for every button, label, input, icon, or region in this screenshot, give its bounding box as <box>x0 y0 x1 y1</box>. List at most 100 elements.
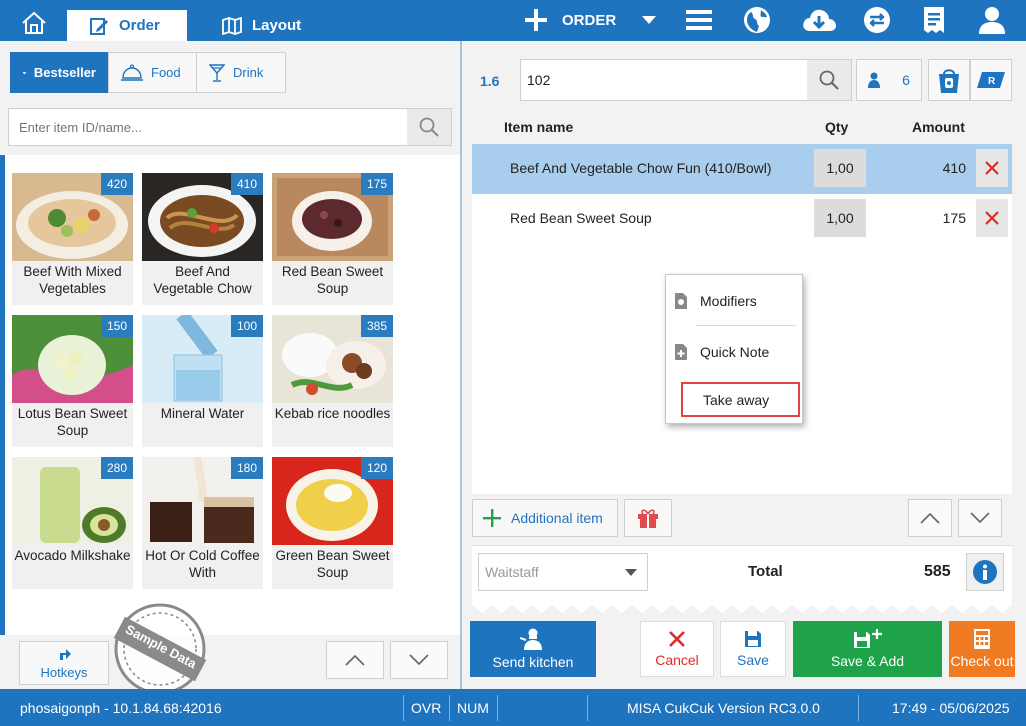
category-bestseller[interactable]: Bestseller <box>10 52 109 93</box>
notes-button[interactable] <box>920 4 948 36</box>
guest-count-button[interactable]: 6 <box>856 59 922 101</box>
save-button[interactable]: Save <box>720 621 786 677</box>
menu-item[interactable]: 120 Green Bean Sweet Soup <box>272 457 393 589</box>
waitstaff-select[interactable]: Waitstaff <box>478 553 648 591</box>
ticket-search-button[interactable] <box>807 60 851 100</box>
order-mode-label: ORDER <box>562 11 617 29</box>
check-out-button[interactable]: Check out <box>949 621 1015 677</box>
item-name: Avocado Milkshake <box>14 548 131 563</box>
info-button[interactable] <box>966 553 1004 591</box>
status-divider <box>858 695 859 721</box>
globe-button[interactable] <box>740 4 774 36</box>
category-label: Drink <box>233 65 264 80</box>
order-row[interactable]: Red Bean Sweet Soup 1,00 175 <box>472 194 1012 244</box>
menu-item[interactable]: 280 Avocado Milkshake <box>12 457 133 589</box>
hotkeys-button[interactable]: Hotkeys <box>19 641 109 685</box>
item-price: 420 <box>100 173 133 195</box>
user-button[interactable] <box>978 4 1006 36</box>
menu-item[interactable]: 100 Mineral Water <box>142 315 263 447</box>
menu-button[interactable] <box>684 4 714 36</box>
order-edit-icon <box>90 17 108 35</box>
menu-item[interactable]: 180 Hot Or Cold Coffee With <box>142 457 263 589</box>
total-bar: Waitstaff Total 585 <box>472 545 1012 601</box>
delete-row-button[interactable] <box>976 149 1008 187</box>
table-number[interactable]: 1.6 <box>480 73 499 89</box>
cancel-button[interactable]: Cancel <box>640 621 714 677</box>
context-separator <box>696 325 796 326</box>
home-button[interactable] <box>8 6 60 40</box>
menu-item[interactable]: 410 Beef And Vegetable Chow <box>142 173 263 305</box>
item-price: 180 <box>230 457 263 479</box>
chevron-down-icon <box>642 16 657 24</box>
num-indicator: NUM <box>457 699 489 716</box>
version-info: MISA CukCuk Version RC3.0.0 <box>627 699 820 716</box>
item-price: 175 <box>360 173 393 195</box>
reservation-card-icon: R <box>977 72 1005 88</box>
menu-item[interactable]: 150 Lotus Bean Sweet Soup <box>12 315 133 447</box>
reservation-button[interactable]: R <box>970 59 1012 101</box>
order-type-button[interactable] <box>928 59 970 101</box>
order-row[interactable]: Beef And Vegetable Chow Fun (410/Bowl) 1… <box>472 144 1012 194</box>
context-quick-note[interactable]: Quick Note <box>666 332 804 372</box>
download-button[interactable] <box>800 4 838 36</box>
menu-page-down-button[interactable] <box>390 641 448 679</box>
additional-item-button[interactable]: Additional item <box>472 499 618 537</box>
transfer-button[interactable] <box>862 4 892 36</box>
item-price: 100 <box>230 315 263 337</box>
menu-grid: 420 Beef With Mixed Vegetables 410 Beef … <box>0 155 460 635</box>
category-food[interactable]: Food <box>108 52 197 93</box>
item-name: Mineral Water <box>160 406 245 421</box>
item-search <box>8 108 452 146</box>
menu-panel: Bestseller Food Drink 420 Beef With Mixe… <box>0 41 460 695</box>
user-icon <box>979 7 1005 34</box>
tab-order[interactable]: Order <box>67 10 187 41</box>
tab-layout[interactable]: Layout <box>200 10 320 41</box>
item-search-button[interactable] <box>407 109 451 145</box>
map-icon <box>222 16 242 35</box>
ticket-number[interactable]: 102 <box>521 72 807 88</box>
chevron-down-icon <box>409 654 429 666</box>
category-bar: Bestseller Food Drink <box>10 52 286 93</box>
order-mode-dropdown[interactable]: ORDER <box>524 6 670 34</box>
order-item-list: Beef And Vegetable Chow Fun (410/Bowl) 1… <box>472 144 1012 494</box>
context-take-away[interactable]: Take away <box>681 382 800 417</box>
category-drink[interactable]: Drink <box>196 52 286 93</box>
menu-item[interactable]: 420 Beef With Mixed Vegetables <box>12 173 133 305</box>
total-value: 585 <box>924 563 951 580</box>
item-search-input[interactable] <box>9 109 407 145</box>
hamburger-icon <box>686 10 712 30</box>
floppy-icon <box>745 631 761 647</box>
order-scroll-up-button[interactable] <box>908 499 952 537</box>
item-price: 280 <box>100 457 133 479</box>
menu-footer: Hotkeys <box>0 635 460 689</box>
cloche-icon <box>121 63 143 81</box>
receipt-edge <box>472 601 1012 613</box>
save-label: Save <box>737 652 769 668</box>
send-kitchen-label: Send kitchen <box>492 654 574 670</box>
context-modifiers-label: Modifiers <box>700 293 757 309</box>
status-divider <box>403 695 404 721</box>
context-quick-note-label: Quick Note <box>700 344 770 360</box>
order-row-name: Beef And Vegetable Chow Fun (410/Bowl) <box>510 160 772 176</box>
context-modifiers[interactable]: Modifiers <box>666 281 804 321</box>
save-add-button[interactable]: Save & Add <box>793 621 942 677</box>
gift-button[interactable] <box>624 499 672 537</box>
menu-item[interactable]: 175 Red Bean Sweet Soup <box>272 173 393 305</box>
close-icon <box>669 631 685 647</box>
order-row-qty[interactable]: 1,00 <box>814 199 866 237</box>
send-kitchen-button[interactable]: Send kitchen <box>470 621 596 677</box>
sample-data-stamp: Sample Data <box>110 599 210 699</box>
top-bar: Order Layout ORDER <box>0 0 1026 41</box>
person-icon <box>868 72 881 88</box>
delete-row-button[interactable] <box>976 199 1008 237</box>
menu-page-up-button[interactable] <box>326 641 384 679</box>
order-row-qty[interactable]: 1,00 <box>814 149 866 187</box>
cocktail-icon <box>209 63 225 82</box>
menu-item[interactable]: 385 Kebab rice noodles <box>272 315 393 447</box>
order-scroll-down-button[interactable] <box>958 499 1002 537</box>
takeaway-bag-icon <box>939 69 959 93</box>
status-divider <box>587 695 588 721</box>
swap-icon <box>864 7 890 33</box>
chevron-up-icon <box>920 512 940 524</box>
arrow-up-right-icon <box>60 648 71 660</box>
